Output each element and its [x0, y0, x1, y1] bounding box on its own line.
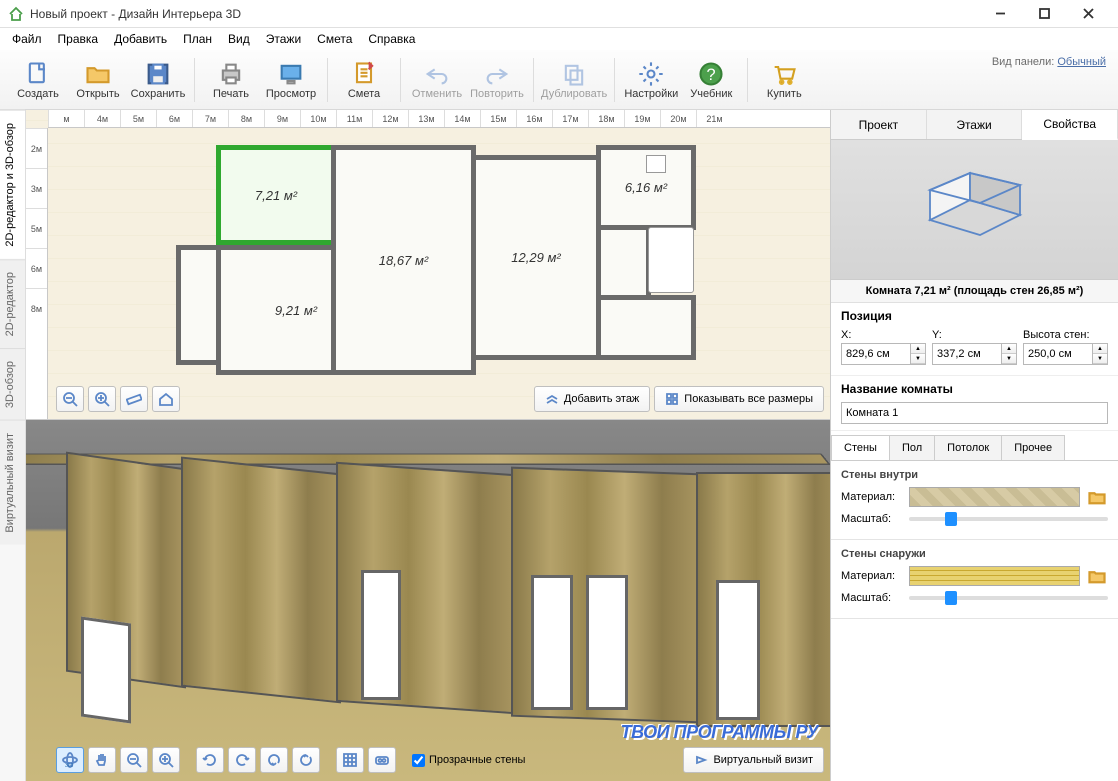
left-tabs: 2D-редактор и 3D-обзор 2D-редактор 3D-об… [0, 110, 26, 781]
menu-view[interactable]: Вид [220, 30, 258, 48]
outside-material-browse[interactable] [1086, 566, 1108, 586]
tb-create[interactable]: Создать [8, 53, 68, 107]
room-3[interactable]: 18,67 м² [331, 145, 476, 375]
tb-duplicate[interactable]: Дублировать [540, 53, 608, 107]
tb-settings[interactable]: Настройки [621, 53, 681, 107]
vr-button[interactable] [368, 747, 396, 773]
tb-buy[interactable]: Купить [754, 53, 814, 107]
minimize-button[interactable] [978, 0, 1022, 28]
rtab-project[interactable]: Проект [831, 110, 927, 139]
add-floor-button[interactable]: Добавить этаж [534, 386, 650, 412]
wtab-ceiling[interactable]: Потолок [934, 435, 1002, 460]
bathtub[interactable] [648, 227, 694, 293]
titlebar: Новый проект - Дизайн Интерьера 3D [0, 0, 1118, 28]
outside-material-swatch[interactable] [909, 566, 1080, 586]
position-heading: Позиция [841, 309, 1108, 323]
rotate-cw-button[interactable] [228, 747, 256, 773]
view-2d[interactable]: м4м5м6м7м8м9м10м11м12м13м14м15м16м17м18м… [26, 110, 830, 420]
room-info: Комната 7,21 м² (площадь стен 26,85 м²) [831, 280, 1118, 303]
toolbar: Создать Открыть Сохранить Печать Просмот… [0, 50, 1118, 110]
rtab-properties[interactable]: Свойства [1022, 110, 1118, 140]
stove[interactable] [646, 155, 666, 173]
x-input[interactable]: ▲▼ [841, 343, 926, 365]
app-icon [8, 6, 24, 22]
inside-material-browse[interactable] [1086, 487, 1108, 507]
menu-edit[interactable]: Правка [50, 30, 107, 48]
room-selected[interactable]: 7,21 м² [216, 145, 336, 245]
transparent-walls-check[interactable]: Прозрачные стены [412, 754, 525, 767]
measure-button[interactable] [120, 386, 148, 412]
menu-plan[interactable]: План [175, 30, 220, 48]
menu-file[interactable]: Файл [4, 30, 50, 48]
menu-add[interactable]: Добавить [106, 30, 175, 48]
floorplan[interactable]: 7,21 м² 9,21 м² 18,67 м² 12,29 м² 6,16 м… [176, 145, 716, 395]
rtab-floors[interactable]: Этажи [927, 110, 1023, 139]
room-4[interactable]: 12,29 м² [471, 155, 601, 360]
home-button[interactable] [152, 386, 180, 412]
wtab-floor[interactable]: Пол [889, 435, 935, 460]
view-3d[interactable]: ТВОИ ПРОГРАММЫ РУ 360 Прозрачные стены В… [26, 420, 830, 781]
room-6[interactable] [596, 225, 651, 300]
room-preview [831, 140, 1118, 280]
roomname-input[interactable] [841, 402, 1108, 424]
right-panel: Проект Этажи Свойства Комната 7,21 м² (п… [830, 110, 1118, 781]
room-7[interactable] [596, 295, 696, 360]
view-panel-mode: Вид панели: Обычный [992, 56, 1106, 68]
menu-help[interactable]: Справка [360, 30, 423, 48]
tb-save[interactable]: Сохранить [128, 53, 188, 107]
virtual-visit-button[interactable]: Виртуальный визит [683, 747, 824, 773]
zoom-out-button[interactable] [56, 386, 84, 412]
menu-floors[interactable]: Этажи [258, 30, 309, 48]
wtab-other[interactable]: Прочее [1001, 435, 1065, 460]
tilt-up-button[interactable] [260, 747, 288, 773]
inside-material-swatch[interactable] [909, 487, 1080, 507]
svg-text:360: 360 [65, 763, 74, 768]
pan-button[interactable] [88, 747, 116, 773]
menu-estimate[interactable]: Смета [309, 30, 360, 48]
zoom-out-3d[interactable] [120, 747, 148, 773]
inside-scale-slider[interactable] [909, 517, 1108, 521]
ruler-vertical: 2м3м5м6м8м [26, 128, 48, 419]
outside-scale-slider[interactable] [909, 596, 1108, 600]
walls-inside-heading: Стены внутри [841, 469, 1108, 481]
orbit-button[interactable]: 360 [56, 747, 84, 773]
wtab-walls[interactable]: Стены [831, 435, 890, 460]
tb-preview[interactable]: Просмотр [261, 53, 321, 107]
show-dims-button[interactable]: Показывать все размеры [654, 386, 824, 412]
tb-print[interactable]: Печать [201, 53, 261, 107]
lefttab-2d[interactable]: 2D-редактор [0, 259, 25, 348]
close-button[interactable] [1066, 0, 1110, 28]
svg-text:?: ? [707, 65, 716, 83]
menubar: Файл Правка Добавить План Вид Этажи Смет… [0, 28, 1118, 50]
grid-button[interactable] [336, 747, 364, 773]
toolbar-2d: Добавить этаж Показывать все размеры [56, 385, 824, 413]
window-title: Новый проект - Дизайн Интерьера 3D [30, 7, 978, 21]
tb-redo[interactable]: Повторить [467, 53, 527, 107]
lefttab-virtual[interactable]: Виртуальный визит [0, 420, 25, 545]
walls-outside-heading: Стены снаружи [841, 548, 1108, 560]
roomname-heading: Название комнаты [841, 382, 1108, 396]
zoom-in-button[interactable] [88, 386, 116, 412]
height-input[interactable]: ▲▼ [1023, 343, 1108, 365]
tb-undo[interactable]: Отменить [407, 53, 467, 107]
tb-open[interactable]: Открыть [68, 53, 128, 107]
maximize-button[interactable] [1022, 0, 1066, 28]
ruler-horizontal: м4м5м6м7м8м9м10м11м12м13м14м15м16м17м18м… [48, 110, 830, 128]
room-hall[interactable] [176, 245, 221, 365]
zoom-in-3d[interactable] [152, 747, 180, 773]
rotate-ccw-button[interactable] [196, 747, 224, 773]
view-panel-link[interactable]: Обычный [1057, 56, 1106, 68]
lefttab-3d[interactable]: 3D-обзор [0, 348, 25, 420]
watermark: ТВОИ ПРОГРАММЫ РУ [621, 722, 818, 743]
toolbar-3d: 360 Прозрачные стены Виртуальный визит [56, 745, 824, 775]
tb-tutorial[interactable]: ?Учебник [681, 53, 741, 107]
tb-estimate[interactable]: Смета [334, 53, 394, 107]
tilt-down-button[interactable] [292, 747, 320, 773]
lefttab-2d3d[interactable]: 2D-редактор и 3D-обзор [0, 110, 25, 259]
y-input[interactable]: ▲▼ [932, 343, 1017, 365]
